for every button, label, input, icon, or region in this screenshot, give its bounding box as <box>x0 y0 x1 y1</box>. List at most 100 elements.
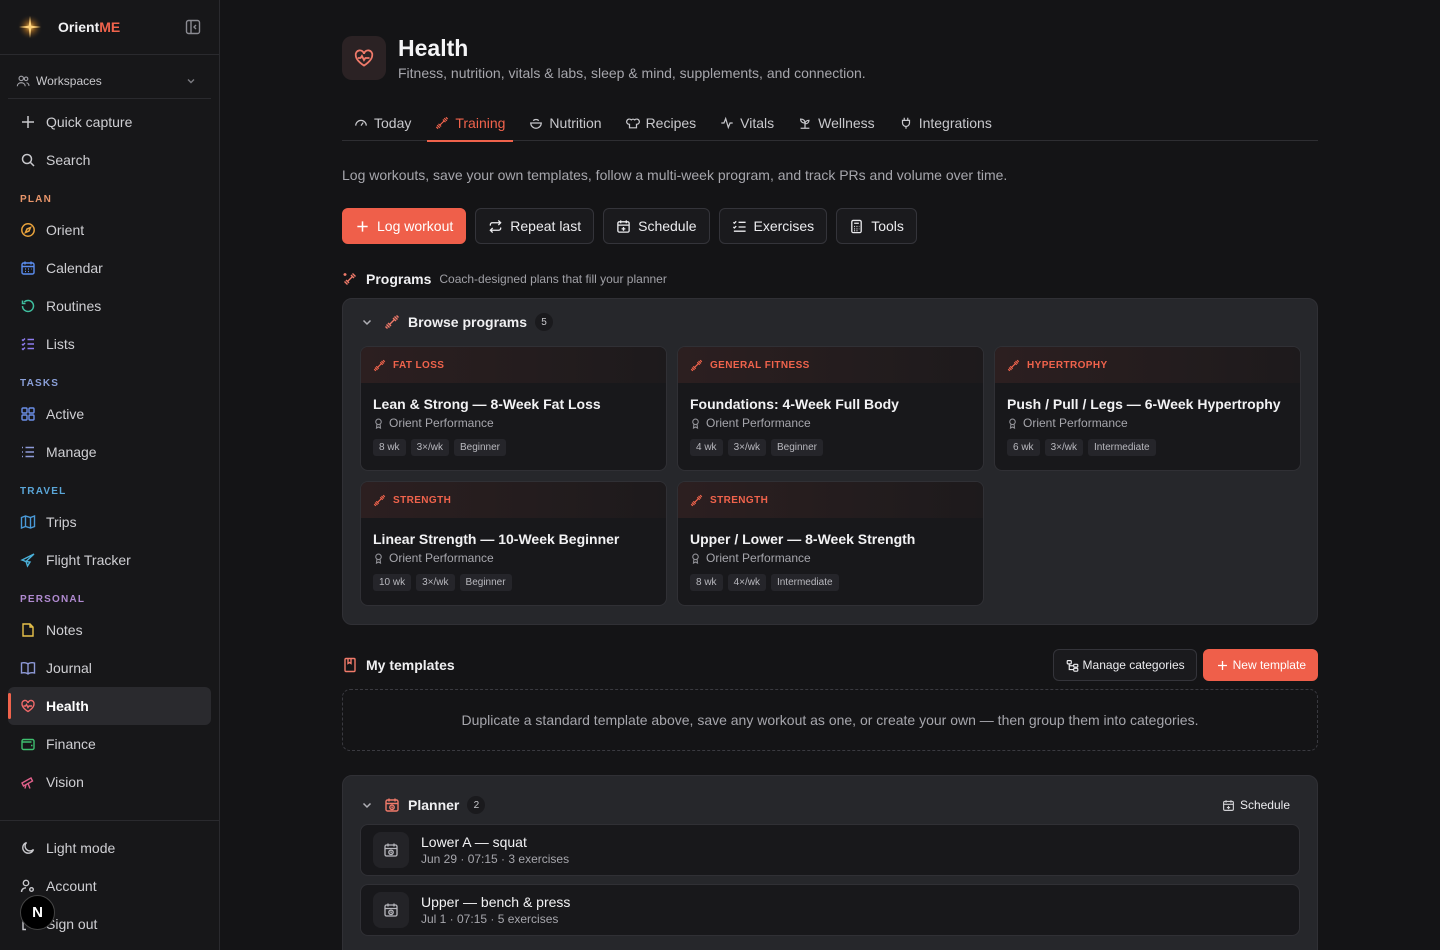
sidebar-item-light-mode[interactable]: Light mode <box>0 829 219 867</box>
program-card[interactable]: STRENGTH Upper / Lower — 8-Week Strength O… <box>677 481 984 606</box>
program-chip: Beginner <box>459 574 512 591</box>
sidebar-item-label: Vision <box>46 774 84 790</box>
plus-icon <box>1217 660 1227 670</box>
button-label: Schedule <box>638 218 697 234</box>
sidebar-item-manage[interactable]: Manage <box>0 433 219 471</box>
dumbbell-icon <box>373 359 386 371</box>
intro-text: Log workouts, save your own templates, f… <box>342 167 1008 183</box>
program-grid: FAT LOSS Lean & Strong — 8-Week Fat Loss O… <box>360 346 1301 606</box>
sidebar-item-active[interactable]: Active <box>0 395 219 433</box>
planner-row-title: Lower A — squat <box>421 834 527 850</box>
workspaces-label: Workspaces <box>36 73 102 88</box>
dumbbell-icon <box>385 315 399 329</box>
sidebar-item-vision[interactable]: Vision <box>0 763 219 801</box>
program-chip: Beginner <box>770 439 823 456</box>
planner-row[interactable]: Lower A — squat Jun 29 · 07:15 · 3 exerc… <box>360 824 1300 876</box>
program-category: STRENGTH <box>678 482 983 518</box>
count-badge: 5 <box>535 313 554 331</box>
program-chips: 6 wk 3×/wk Intermediate <box>995 430 1300 456</box>
program-chip: 3×/wk <box>410 439 449 456</box>
planner-panel: Planner 2 Schedule Lower A — squat Jun 2… <box>342 775 1318 950</box>
sidebar-item-finance[interactable]: Finance <box>0 725 219 763</box>
tab-nutrition[interactable]: Nutrition <box>517 105 613 141</box>
calendar-icon <box>21 261 35 275</box>
repeat-last-button[interactable]: Repeat last <box>475 208 595 244</box>
tab-training[interactable]: Training <box>423 105 517 142</box>
sidebar-item-routines[interactable]: Routines <box>0 287 219 325</box>
planner-row[interactable]: Upper — bench & press Jul 1 · 07:15 · 5 … <box>360 884 1300 936</box>
manage-categories-button[interactable]: Manage categories <box>1052 649 1197 681</box>
plus-icon <box>357 220 368 232</box>
sidebar-item-quick-capture[interactable]: Quick capture <box>0 103 219 141</box>
program-author: Orient Performance <box>678 412 983 430</box>
compass-icon <box>21 223 35 237</box>
program-card[interactable]: GENERAL FITNESS Foundations: 4-Week Full … <box>677 346 984 471</box>
planner-schedule-button[interactable]: Schedule <box>1222 798 1290 812</box>
tab-today[interactable]: Today <box>342 105 423 141</box>
sidebar-item-journal[interactable]: Journal <box>0 649 219 687</box>
programs-heading: Programs Coach-designed plans that fill … <box>342 268 1318 290</box>
new-template-button[interactable]: New template <box>1202 649 1318 681</box>
program-author-label: Orient Performance <box>706 416 811 430</box>
tab-label: Training <box>455 115 506 131</box>
tools-button[interactable]: Tools <box>836 208 917 244</box>
sidebar-item-calendar[interactable]: Calendar <box>0 249 219 287</box>
sidebar-item-health[interactable]: Health <box>8 687 211 725</box>
planner-toggle[interactable]: Planner 2 Schedule <box>360 794 1300 816</box>
tab-label: Wellness <box>818 115 875 131</box>
sidebar-item-trips[interactable]: Trips <box>0 503 219 541</box>
tab-integrations[interactable]: Integrations <box>887 105 1004 141</box>
page-subtitle: Fitness, nutrition, vitals & labs, sleep… <box>398 65 866 81</box>
tab-vitals[interactable]: Vitals <box>708 105 786 141</box>
program-category-label: HYPERTROPHY <box>1027 359 1108 371</box>
users-icon <box>16 75 30 86</box>
dumbbell-icon <box>690 359 703 371</box>
program-chips: 8 wk 4×/wk Intermediate <box>678 565 983 591</box>
sidebar-item-lists[interactable]: Lists <box>0 325 219 363</box>
orient-logo-icon <box>17 14 43 40</box>
sidebar-item-notes[interactable]: Notes <box>0 611 219 649</box>
program-chip: 6 wk <box>1007 439 1040 456</box>
workspaces-dropdown[interactable]: Workspaces <box>8 63 211 99</box>
browse-programs-toggle[interactable]: Browse programs 5 <box>360 311 1300 333</box>
tab-wellness[interactable]: Wellness <box>786 105 887 141</box>
schedule-button[interactable]: Schedule <box>603 208 710 244</box>
tab-label: Today <box>374 115 412 131</box>
program-card[interactable]: HYPERTROPHY Push / Pull / Legs — 6-Week H… <box>994 346 1301 471</box>
program-chip: Intermediate <box>770 574 839 591</box>
sidebar-item-label: Search <box>46 152 91 168</box>
log-workout-button[interactable]: Log workout <box>342 208 467 244</box>
refresh-icon <box>21 299 35 313</box>
sidebar-collapse-icon[interactable] <box>185 19 201 35</box>
program-chip: 4 wk <box>690 439 723 456</box>
button-label: Manage categories <box>1082 658 1185 672</box>
chevron-down-icon <box>362 319 372 326</box>
search-icon <box>21 153 35 167</box>
sidebar-item-label: Trips <box>46 514 77 530</box>
program-category: STRENGTH <box>361 482 666 518</box>
chef-hat-icon <box>625 118 640 129</box>
section-label-travel: TRAVEL <box>20 485 67 497</box>
telescope-icon <box>21 777 34 789</box>
activity-icon <box>721 116 733 130</box>
sidebar-item-flight-tracker[interactable]: Flight Tracker <box>0 541 219 579</box>
grid-icon <box>21 407 35 421</box>
program-card[interactable]: FAT LOSS Lean & Strong — 8-Week Fat Loss O… <box>360 346 667 471</box>
sidebar-item-label: Flight Tracker <box>46 552 131 568</box>
program-category-label: STRENGTH <box>393 494 452 506</box>
sidebar-item-orient[interactable]: Orient <box>0 211 219 249</box>
program-author: Orient Performance <box>361 547 666 565</box>
planner-row-meta: Jul 1 · 07:15 · 5 exercises <box>421 912 559 926</box>
tab-recipes[interactable]: Recipes <box>614 105 709 141</box>
templates-empty-state: Duplicate a standard template above, sav… <box>342 689 1318 751</box>
sidebar-item-search[interactable]: Search <box>0 141 219 179</box>
program-author: Orient Performance <box>995 412 1300 430</box>
programs-title: Programs <box>366 271 432 287</box>
exercises-button[interactable]: Exercises <box>718 208 828 244</box>
program-card[interactable]: STRENGTH Linear Strength — 10-Week Beginn… <box>360 481 667 606</box>
calendar-clock-icon <box>385 798 399 812</box>
avatar[interactable]: N <box>20 895 55 930</box>
planner-row-icon <box>373 832 409 868</box>
plane-icon <box>20 553 35 568</box>
brand: OrientME <box>0 0 219 55</box>
